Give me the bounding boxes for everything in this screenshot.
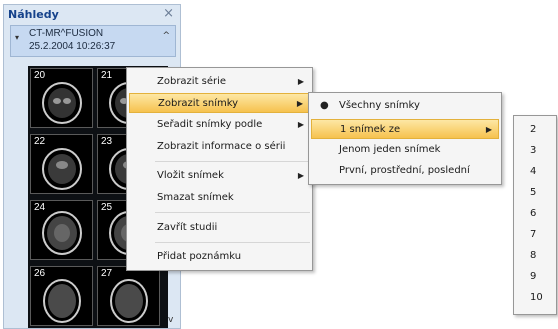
submenu-arrow-icon: ▶ bbox=[296, 99, 303, 108]
submenu-item-prvni-prostredni-posledni[interactable]: První, prostřední, poslední bbox=[311, 161, 499, 181]
collapse-icon[interactable]: ^ bbox=[162, 31, 170, 41]
menu-item-label: 4 bbox=[530, 166, 537, 177]
submenu-item-2[interactable]: 2 bbox=[516, 120, 554, 140]
menu-item-smazat-snimek[interactable]: Smazat snímek bbox=[129, 188, 310, 208]
menu-item-label: 6 bbox=[530, 208, 537, 219]
menu-item-label: 8 bbox=[530, 250, 537, 261]
menu-item-label: Zavřít studii bbox=[157, 222, 218, 233]
menu-item-label: Jenom jeden snímek bbox=[339, 144, 441, 155]
submenu-item-vsechny-snimky[interactable]: ● Všechny snímky bbox=[311, 96, 499, 116]
study-name: CT-MR^FUSION bbox=[29, 28, 104, 39]
submenu-item-6[interactable]: 6 bbox=[516, 204, 554, 224]
panel-title: Náhledy bbox=[8, 8, 59, 21]
submenu-item-4[interactable]: 4 bbox=[516, 162, 554, 182]
submenu-show-images: ● Všechny snímky 1 snímek ze ▶ Jenom jed… bbox=[308, 92, 502, 185]
submenu-item-10[interactable]: 10 bbox=[516, 288, 554, 308]
thumbnail-number: 26 bbox=[34, 268, 46, 279]
thumbnail[interactable]: 27 bbox=[97, 266, 160, 326]
menu-item-label: Vložit snímek bbox=[157, 170, 224, 181]
thumbnail[interactable]: 22 bbox=[30, 134, 93, 194]
submenu-item-1-snimek-ze[interactable]: 1 snímek ze ▶ bbox=[311, 119, 499, 139]
close-icon[interactable]: × bbox=[163, 6, 174, 21]
thumbnail-number: 25 bbox=[101, 202, 113, 213]
menu-separator bbox=[155, 212, 310, 213]
context-menu: Zobrazit série ▶ Zobrazit snímky ▶ Seřad… bbox=[126, 67, 313, 271]
menu-item-label: 1 snímek ze bbox=[340, 124, 401, 135]
thumbnail-number: 22 bbox=[34, 136, 46, 147]
menu-item-label: Všechny snímky bbox=[339, 100, 420, 111]
submenu-item-jenom-jeden[interactable]: Jenom jeden snímek bbox=[311, 140, 499, 160]
selected-bullet-icon: ● bbox=[320, 100, 329, 111]
menu-item-zobrazit-snimky[interactable]: Zobrazit snímky ▶ bbox=[129, 93, 310, 113]
thumbnail-number: 20 bbox=[34, 70, 46, 81]
menu-item-label: 5 bbox=[530, 187, 537, 198]
submenu-item-5[interactable]: 5 bbox=[516, 183, 554, 203]
menu-item-label: 3 bbox=[530, 145, 537, 156]
menu-item-label: 7 bbox=[530, 229, 537, 240]
submenu-every-nth: 2 3 4 5 6 7 8 9 10 bbox=[513, 115, 557, 315]
scroll-down-icon[interactable]: v bbox=[168, 315, 173, 325]
thumbnail[interactable]: 24 bbox=[30, 200, 93, 260]
menu-item-label: Seřadit snímky podle bbox=[157, 119, 263, 130]
thumbnail[interactable]: 26 bbox=[30, 266, 93, 326]
submenu-item-9[interactable]: 9 bbox=[516, 267, 554, 287]
thumbnail-number: 21 bbox=[101, 70, 113, 81]
menu-item-label: Zobrazit snímky bbox=[158, 98, 239, 109]
submenu-item-7[interactable]: 7 bbox=[516, 225, 554, 245]
submenu-arrow-icon: ▶ bbox=[297, 120, 304, 129]
menu-separator bbox=[155, 242, 310, 243]
thumbnail-number: 23 bbox=[101, 136, 113, 147]
menu-separator bbox=[155, 161, 310, 162]
menu-item-seradit-snimky[interactable]: Seřadit snímky podle ▶ bbox=[129, 115, 310, 135]
menu-item-label: Zobrazit informace o sérii bbox=[157, 141, 286, 152]
submenu-arrow-icon: ▶ bbox=[297, 77, 304, 86]
menu-item-label: Smazat snímek bbox=[157, 192, 234, 203]
menu-item-vlozit-snimek[interactable]: Vložit snímek ▶ bbox=[129, 166, 310, 186]
menu-item-zobrazit-serie[interactable]: Zobrazit série ▶ bbox=[129, 72, 310, 92]
menu-item-label: 10 bbox=[530, 292, 543, 303]
expand-arrow-icon[interactable]: ▾ bbox=[15, 33, 19, 42]
menu-item-label: 9 bbox=[530, 271, 537, 282]
submenu-arrow-icon: ▶ bbox=[485, 125, 492, 134]
menu-item-label: 2 bbox=[530, 124, 537, 135]
submenu-item-3[interactable]: 3 bbox=[516, 141, 554, 161]
menu-item-pridat-poznamku[interactable]: Přidat poznámku bbox=[129, 247, 310, 267]
study-date: 25.2.2004 10:26:37 bbox=[29, 41, 116, 52]
menu-item-label: Zobrazit série bbox=[157, 76, 227, 87]
menu-item-zavrit-studii[interactable]: Zavřít studii bbox=[129, 218, 310, 238]
menu-item-label: Přidat poznámku bbox=[157, 251, 242, 262]
thumbnail[interactable]: 20 bbox=[30, 68, 93, 128]
thumbnail-number: 24 bbox=[34, 202, 46, 213]
submenu-arrow-icon: ▶ bbox=[297, 171, 304, 180]
menu-item-label: První, prostřední, poslední bbox=[339, 165, 470, 176]
study-header[interactable]: ▾ CT-MR^FUSION 25.2.2004 10:26:37 ^ bbox=[10, 25, 176, 57]
menu-item-zobrazit-informace[interactable]: Zobrazit informace o sérii bbox=[129, 137, 310, 157]
submenu-item-8[interactable]: 8 bbox=[516, 246, 554, 266]
thumbnail-number: 27 bbox=[101, 268, 113, 279]
